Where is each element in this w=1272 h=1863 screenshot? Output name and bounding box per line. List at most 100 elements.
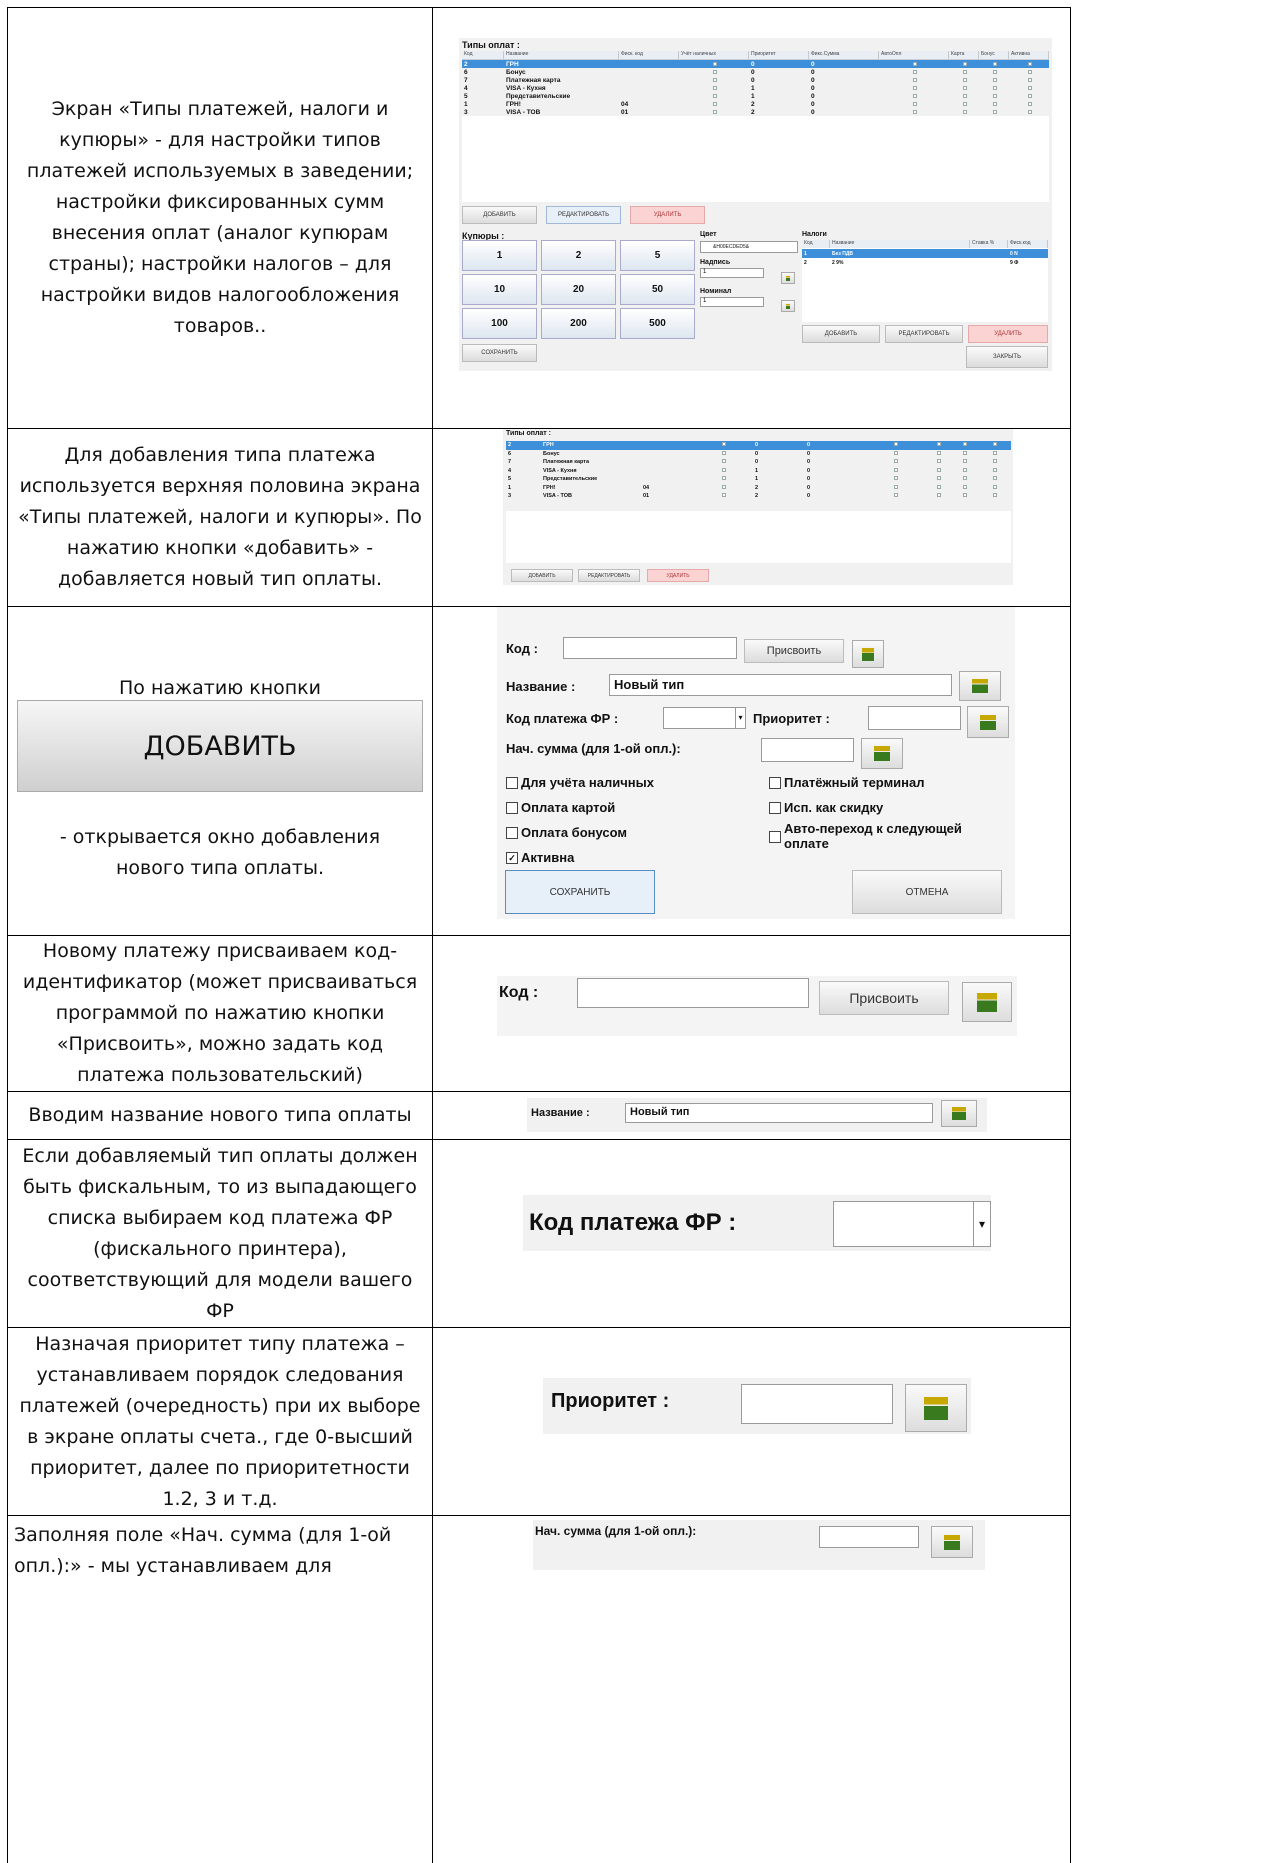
edit-button[interactable]: РЕДАКТИРОВАТЬ <box>546 206 621 224</box>
col-sum[interactable]: Фикс.Сумма <box>809 51 879 59</box>
checkbox-icon[interactable] <box>937 467 941 472</box>
table-row[interactable]: 2 ГРН 0 0 <box>462 60 1049 68</box>
col-cash[interactable]: Учёт наличных <box>679 51 749 59</box>
checkbox-icon[interactable] <box>1028 93 1032 98</box>
color-field[interactable]: &H00ECDED5& <box>700 241 798 253</box>
card-checkbox[interactable]: Оплата картой <box>506 800 615 815</box>
checkbox-icon[interactable] <box>713 61 717 66</box>
caption-field[interactable]: 1 <box>700 268 764 278</box>
assign-button[interactable]: Присвоить <box>819 981 949 1015</box>
bonus-checkbox[interactable]: Оплата бонусом <box>506 825 627 840</box>
keyboard-icon[interactable] <box>959 671 1001 701</box>
chevron-down-icon[interactable]: ▾ <box>973 1202 990 1246</box>
checkbox-icon[interactable] <box>713 93 717 98</box>
nominal-field[interactable]: 1 <box>700 297 764 307</box>
checkbox-icon[interactable] <box>722 484 726 489</box>
table-row[interactable]: 1 ГРН! 04 2 0 <box>462 100 1049 108</box>
checkbox-icon[interactable] <box>963 467 967 472</box>
col-bonus[interactable]: Бонус <box>979 51 1009 59</box>
checkbox-icon[interactable] <box>894 493 898 498</box>
table-row[interactable]: 2 ГРН 0 0 <box>506 441 1011 450</box>
checkbox-icon[interactable] <box>769 776 781 789</box>
denomination-button[interactable]: 5 <box>620 240 695 271</box>
checkbox-icon[interactable] <box>963 476 967 481</box>
checkbox-icon[interactable] <box>894 450 898 455</box>
checkbox-icon[interactable] <box>937 442 941 447</box>
delete-button[interactable]: УДАЛИТЬ <box>630 206 705 224</box>
checkbox-icon[interactable] <box>993 69 997 74</box>
checkbox-icon[interactable] <box>1028 101 1032 106</box>
table-row[interactable]: 5 Представительские 1 0 <box>462 92 1049 100</box>
checkbox-icon[interactable] <box>722 459 726 464</box>
keyboard-icon[interactable] <box>905 1384 967 1432</box>
checkbox-icon[interactable] <box>722 467 726 472</box>
keyboard-icon[interactable] <box>931 1526 973 1558</box>
checkbox-icon[interactable] <box>963 442 967 447</box>
checkbox-icon[interactable] <box>993 61 997 66</box>
checkbox-icon[interactable] <box>913 85 917 90</box>
cash-checkbox[interactable]: Для учёта наличных <box>506 775 654 790</box>
auto-next-checkbox[interactable]: Авто-переход к следующей оплате <box>769 821 962 851</box>
checkbox-icon[interactable] <box>722 442 726 447</box>
terminal-checkbox[interactable]: Платёжный терминал <box>769 775 925 790</box>
save-button[interactable]: СОХРАНИТЬ <box>462 344 537 362</box>
denomination-button[interactable]: 20 <box>541 274 616 305</box>
tax-col-fisc[interactable]: Фиск.код <box>1008 240 1048 248</box>
checkbox-icon[interactable] <box>963 450 967 455</box>
name-field[interactable]: Новый тип <box>609 674 952 696</box>
checkbox-icon[interactable] <box>913 93 917 98</box>
table-row[interactable]: 4 VISA - Кухня 1 0 <box>506 467 1011 476</box>
checkbox-icon[interactable] <box>963 61 967 66</box>
checkbox-icon[interactable] <box>993 484 997 489</box>
tax-edit-button[interactable]: РЕДАКТИРОВАТЬ <box>885 325 963 343</box>
checkbox-icon[interactable] <box>713 109 717 114</box>
checkbox-icon[interactable] <box>937 476 941 481</box>
code-field[interactable] <box>577 978 809 1008</box>
table-row[interactable]: 6 Бонус 0 0 <box>462 68 1049 76</box>
checkbox-icon[interactable] <box>963 484 967 489</box>
add-button[interactable]: ДОБАВИТЬ <box>462 206 537 224</box>
discount-checkbox[interactable]: Исп. как скидку <box>769 800 883 815</box>
checkbox-icon[interactable] <box>993 459 997 464</box>
priority-field[interactable] <box>868 706 961 730</box>
checkbox-icon[interactable] <box>506 776 518 789</box>
start-sum-field[interactable] <box>761 738 854 762</box>
checkbox-icon[interactable] <box>894 484 898 489</box>
checkbox-icon[interactable] <box>937 459 941 464</box>
tax-row[interactable]: 2 2 9% 9 Ф <box>802 258 1048 267</box>
fr-code-select[interactable]: ▾ <box>833 1201 991 1247</box>
checkbox-icon[interactable] <box>769 801 781 814</box>
col-code[interactable]: Код <box>462 51 504 59</box>
checkbox-icon[interactable] <box>993 493 997 498</box>
checkbox-icon[interactable] <box>963 493 967 498</box>
checkbox-icon[interactable] <box>963 69 967 74</box>
table-row[interactable]: 7 Платежная карта 0 0 <box>462 76 1049 84</box>
keyboard-icon[interactable] <box>781 272 795 284</box>
checkbox-icon[interactable] <box>993 442 997 447</box>
keyboard-icon[interactable] <box>852 640 884 668</box>
table-row[interactable]: 3 VISA - ТОВ 01 2 0 <box>506 492 1011 501</box>
fr-code-select[interactable]: ▾ <box>663 707 746 729</box>
col-name[interactable]: Название <box>504 51 619 59</box>
add-button[interactable]: ДОБАВИТЬ <box>511 569 573 582</box>
denomination-button[interactable]: 50 <box>620 274 695 305</box>
active-checkbox[interactable]: ✓ Активна <box>506 850 574 865</box>
checkbox-icon[interactable] <box>894 442 898 447</box>
checkbox-icon[interactable] <box>993 476 997 481</box>
col-fisc[interactable]: Фиск. код <box>619 51 679 59</box>
checkbox-icon[interactable] <box>894 459 898 464</box>
checkbox-icon[interactable] <box>993 467 997 472</box>
checkbox-icon[interactable] <box>993 101 997 106</box>
denomination-button[interactable]: 10 <box>462 274 537 305</box>
checkbox-icon[interactable] <box>937 484 941 489</box>
checkbox-icon[interactable] <box>937 450 941 455</box>
checkbox-icon[interactable] <box>506 801 518 814</box>
checkbox-icon[interactable] <box>993 77 997 82</box>
checkbox-icon[interactable] <box>1028 69 1032 74</box>
denomination-button[interactable]: 2 <box>541 240 616 271</box>
checkbox-icon[interactable] <box>913 109 917 114</box>
tax-row[interactable]: 1 Без ПДВ 0 N <box>802 249 1048 258</box>
checkbox-icon[interactable] <box>722 450 726 455</box>
big-add-button[interactable]: ДОБАВИТЬ <box>17 700 423 792</box>
priority-field[interactable] <box>741 1384 893 1424</box>
